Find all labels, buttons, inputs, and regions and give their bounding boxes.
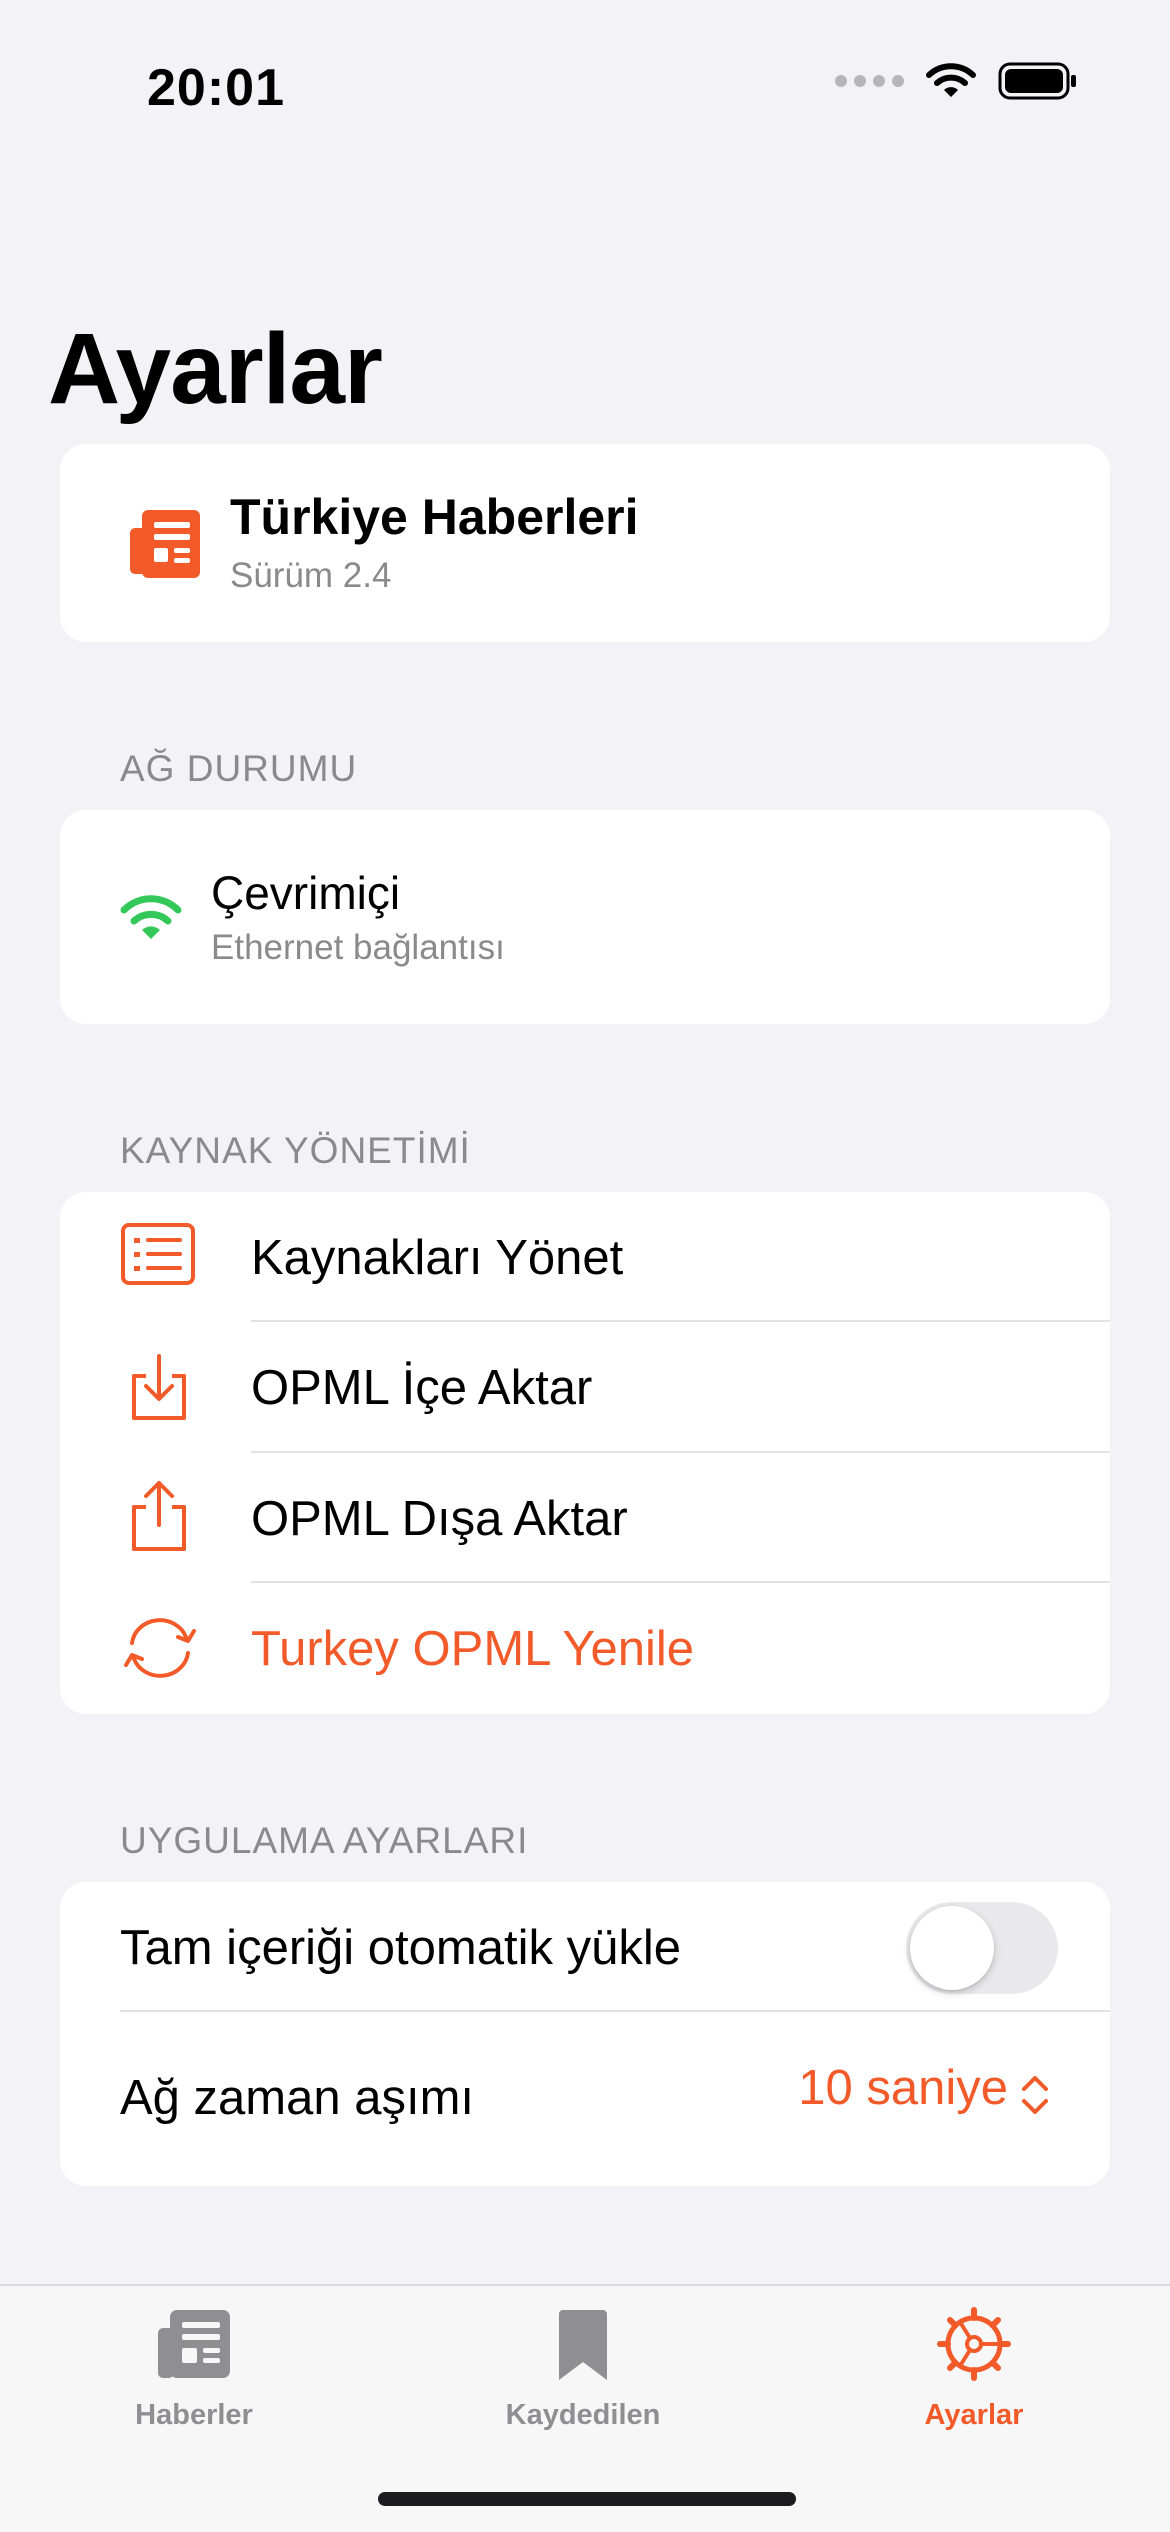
- export-opml-label: OPML Dışa Aktar: [251, 1492, 628, 1546]
- tab-label: Ayarlar: [924, 2399, 1024, 2431]
- autoload-label: Tam içeriği otomatik yükle: [120, 1921, 681, 1975]
- timeout-value[interactable]: 10 saniye: [798, 2060, 1008, 2116]
- app-version: Sürüm 2.4: [230, 556, 392, 595]
- tab-haberler[interactable]: Haberler: [64, 2306, 324, 2432]
- newspaper-icon: [130, 510, 200, 578]
- network-section-header: AĞ DURUMU: [120, 748, 358, 789]
- import-icon: [132, 1354, 186, 1420]
- manage-sources-row[interactable]: Kaynakları Yönet: [60, 1192, 1110, 1322]
- sources-card: Kaynakları Yönet OPML İçe Aktar OPML Dış…: [60, 1192, 1110, 1714]
- refresh-icon: [124, 1618, 196, 1678]
- chevron-up-down-icon[interactable]: [1016, 2070, 1054, 2120]
- wifi-status-icon: [926, 63, 976, 97]
- gear-icon: [937, 2307, 1011, 2381]
- wifi-icon: [120, 895, 182, 939]
- network-detail: Ethernet bağlantısı: [211, 928, 505, 967]
- page-title: Ayarlar: [48, 313, 383, 425]
- battery-icon: [998, 62, 1076, 100]
- export-opml-row[interactable]: OPML Dışa Aktar: [60, 1453, 1110, 1583]
- network-status: Çevrimiçi: [211, 867, 401, 919]
- timeout-label: Ağ zaman aşımı: [120, 2071, 475, 2125]
- import-opml-label: OPML İçe Aktar: [251, 1361, 593, 1415]
- refresh-turkey-opml-row[interactable]: Turkey OPML Yenile: [60, 1583, 1110, 1714]
- settings-screen: 20:01 Ayarlar Türkiye Haberleri Sürüm 2.…: [0, 0, 1170, 2532]
- cellular-signal-icon: [835, 75, 904, 87]
- app-settings-card: Tam içeriği otomatik yükle Ağ zaman aşım…: [60, 1882, 1110, 2186]
- import-opml-row[interactable]: OPML İçe Aktar: [60, 1322, 1110, 1453]
- manage-sources-label: Kaynakları Yönet: [251, 1231, 624, 1285]
- app-info-card: Türkiye Haberleri Sürüm 2.4: [60, 444, 1110, 642]
- home-indicator: [378, 2492, 796, 2506]
- bookmark-icon: [559, 2310, 607, 2380]
- status-icons: [835, 62, 1078, 100]
- status-time: 20:01: [147, 59, 285, 117]
- app-settings-section-header: UYGULAMA AYARLARI: [120, 1820, 529, 1861]
- tab-kaydedilen[interactable]: Kaydedilen: [453, 2306, 713, 2432]
- tab-ayarlar[interactable]: Ayarlar: [844, 2306, 1104, 2432]
- autoload-toggle[interactable]: [906, 1902, 1058, 1994]
- network-status-card: Çevrimiçi Ethernet bağlantısı: [60, 810, 1110, 1024]
- tab-label: Haberler: [135, 2399, 253, 2431]
- tab-label: Kaydedilen: [505, 2399, 661, 2431]
- newspaper-icon: [158, 2310, 230, 2378]
- list-icon: [121, 1223, 195, 1285]
- sources-section-header: KAYNAK YÖNETİMİ: [120, 1130, 471, 1171]
- app-name: Türkiye Haberleri: [230, 489, 639, 545]
- autoload-row: Tam içeriği otomatik yükle: [60, 1882, 1110, 2012]
- toggle-knob: [910, 1906, 994, 1990]
- share-icon: [132, 1481, 186, 1551]
- refresh-turkey-opml-label: Turkey OPML Yenile: [251, 1622, 695, 1676]
